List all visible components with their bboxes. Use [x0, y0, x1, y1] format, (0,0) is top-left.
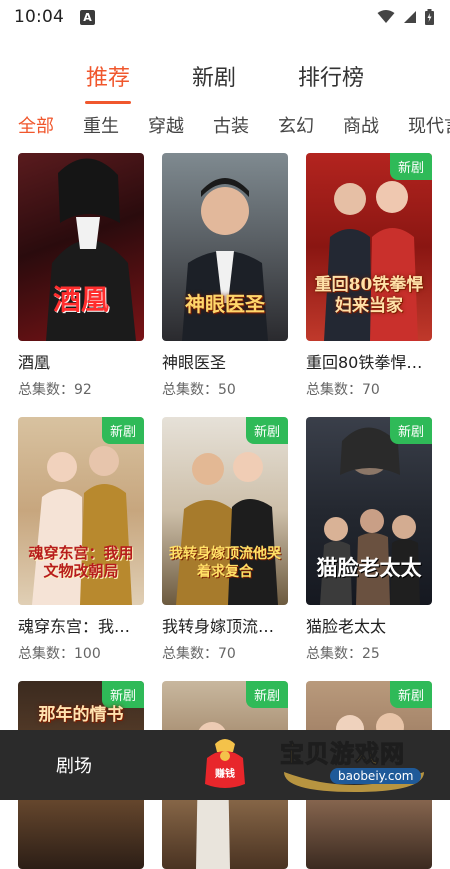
nav-theater[interactable]: 剧场	[56, 752, 92, 778]
drama-card[interactable]: 新剧 猫脸老太太 猫脸老太太 总集数：25	[306, 417, 432, 663]
status-icons	[377, 9, 434, 25]
category-all[interactable]: 全部	[18, 112, 54, 142]
drama-title: 重回80铁拳悍妇来当家	[306, 349, 432, 373]
drama-title: 我转身嫁顶流他哭着求复合	[162, 613, 288, 637]
drama-card[interactable]: 新剧 重回80铁拳悍妇来当家 重回80铁拳悍妇来当家 总集数：70	[306, 153, 432, 399]
drama-poster: 新剧 猫脸老太太	[306, 417, 432, 605]
episode-count: 总集数：100	[18, 643, 144, 663]
poster-title: 我转身嫁顶流他哭着求复合	[168, 546, 282, 581]
drama-card[interactable]: 新剧 魂穿东宫：我用文物改朝局 魂穿东宫：我用文物改朝局 总集数：100	[18, 417, 144, 663]
signal-icon	[403, 10, 417, 24]
poster-title: 重回80铁拳悍妇来当家	[312, 275, 426, 318]
new-badge: 新剧	[246, 417, 288, 444]
category-filter: 全部 重生 穿越 古装 玄幻 商战 现代言情	[18, 112, 450, 142]
new-badge: 新剧	[390, 153, 432, 180]
new-badge: 新剧	[390, 417, 432, 444]
drama-poster: 新剧 重回80铁拳悍妇来当家	[306, 153, 432, 341]
category-time-travel[interactable]: 穿越	[148, 112, 184, 142]
drama-poster: 新剧 我转身嫁顶流他哭着求复合	[162, 417, 288, 605]
tab-new-drama[interactable]: 新剧	[188, 52, 240, 106]
notification-icon: A	[80, 10, 95, 25]
category-modern-romance[interactable]: 现代言情	[408, 112, 450, 142]
drama-poster: 酒凰	[18, 153, 144, 341]
poster-title: 那年的情书	[24, 705, 138, 726]
drama-title: 魂穿东宫：我用文物改朝局	[18, 613, 144, 637]
earn-label: 赚钱	[209, 765, 241, 780]
episode-count: 总集数：70	[306, 379, 432, 399]
site-watermark: 宝贝游戏网 baobeiy.com	[270, 740, 440, 792]
new-badge: 新剧	[102, 417, 144, 444]
drama-card[interactable]: 酒凰 酒凰 总集数：92	[18, 153, 144, 399]
poster-title: 神眼医圣	[168, 292, 282, 317]
category-costume[interactable]: 古装	[213, 112, 249, 142]
category-fantasy[interactable]: 玄幻	[278, 112, 314, 142]
drama-title: 猫脸老太太	[306, 613, 432, 637]
category-rebirth[interactable]: 重生	[83, 112, 119, 142]
new-badge: 新剧	[246, 681, 288, 708]
battery-icon	[425, 9, 434, 25]
episode-count: 总集数：92	[18, 379, 144, 399]
poster-title: 酒凰	[24, 282, 138, 317]
new-badge: 新剧	[102, 681, 144, 708]
drama-card[interactable]: 新剧 我转身嫁顶流他哭着求复合 我转身嫁顶流他哭着求复合 总集数：70	[162, 417, 288, 663]
watermark-domain: baobeiy.com	[330, 768, 421, 784]
drama-poster: 神眼医圣	[162, 153, 288, 341]
wifi-icon	[377, 10, 395, 24]
earn-money-button[interactable]: 赚钱	[203, 736, 247, 790]
drama-title: 酒凰	[18, 349, 144, 373]
tab-ranking[interactable]: 排行榜	[294, 52, 368, 106]
top-tabs: 推荐 新剧 排行榜	[0, 52, 450, 106]
drama-poster: 新剧 魂穿东宫：我用文物改朝局	[18, 417, 144, 605]
watermark-name: 宝贝游戏网	[280, 734, 405, 769]
new-badge: 新剧	[390, 681, 432, 708]
poster-title: 猫脸老太太	[312, 555, 426, 581]
episode-count: 总集数：50	[162, 379, 288, 399]
episode-count: 总集数：25	[306, 643, 432, 663]
drama-card[interactable]: 神眼医圣 神眼医圣 总集数：50	[162, 153, 288, 399]
poster-title: 魂穿东宫：我用文物改朝局	[24, 544, 138, 582]
red-envelope-icon	[203, 736, 247, 790]
status-time: 10:04	[14, 7, 64, 27]
drama-title: 神眼医圣	[162, 349, 288, 373]
status-bar: 10:04 A	[0, 0, 450, 34]
tab-recommend[interactable]: 推荐	[82, 52, 134, 106]
episode-count: 总集数：70	[162, 643, 288, 663]
category-business[interactable]: 商战	[343, 112, 379, 142]
